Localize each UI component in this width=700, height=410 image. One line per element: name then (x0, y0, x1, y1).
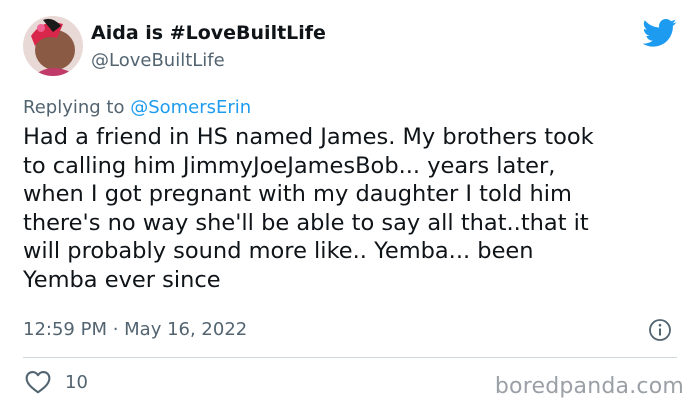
divider (23, 357, 677, 358)
like-count: 10 (65, 372, 88, 393)
info-icon[interactable] (648, 318, 672, 342)
reply-mention-link[interactable]: @SomersErin (130, 97, 251, 118)
user-handle[interactable]: @LoveBuiltLife (91, 50, 225, 71)
avatar[interactable] (23, 16, 83, 76)
tweet-timestamp[interactable]: 12:59 PM · May 16, 2022 (23, 319, 247, 340)
watermark: boredpanda.com (494, 374, 684, 399)
replying-to: Replying to @SomersErin (23, 97, 251, 118)
tweet-text: Had a friend in HS named James. My broth… (23, 124, 594, 293)
avatar-image (23, 16, 83, 76)
heart-icon[interactable] (25, 370, 51, 394)
twitter-bird-icon[interactable] (643, 18, 677, 48)
display-name[interactable]: Aida is #LoveBuiltLife (91, 22, 326, 44)
replying-prefix: Replying to (23, 97, 131, 118)
